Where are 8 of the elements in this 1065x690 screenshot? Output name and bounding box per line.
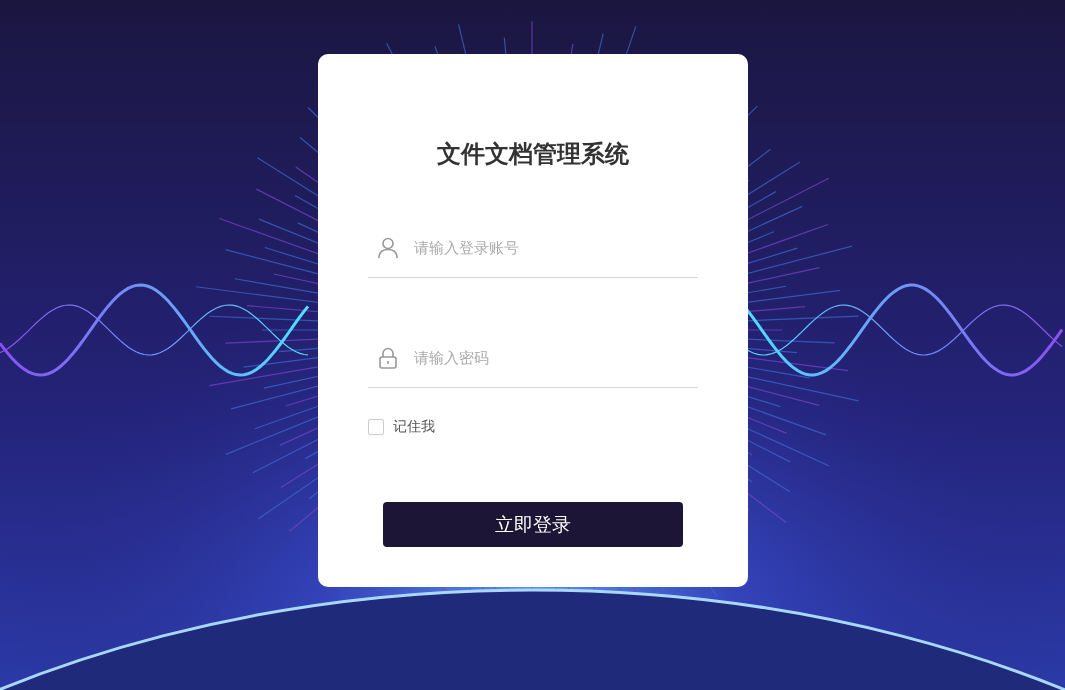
remember-checkbox[interactable] (367, 419, 384, 435)
remember-label: 记住我 (392, 418, 435, 436)
username-field[interactable]: 请输入登录账号 (411, 237, 698, 258)
login-button[interactable]: 立即登录 (382, 502, 683, 547)
system-title: 文件文档管理系统 (435, 139, 630, 170)
password-field[interactable]: 请输入密码 (411, 347, 698, 368)
user-icon (377, 236, 398, 259)
lock-icon (377, 346, 398, 369)
